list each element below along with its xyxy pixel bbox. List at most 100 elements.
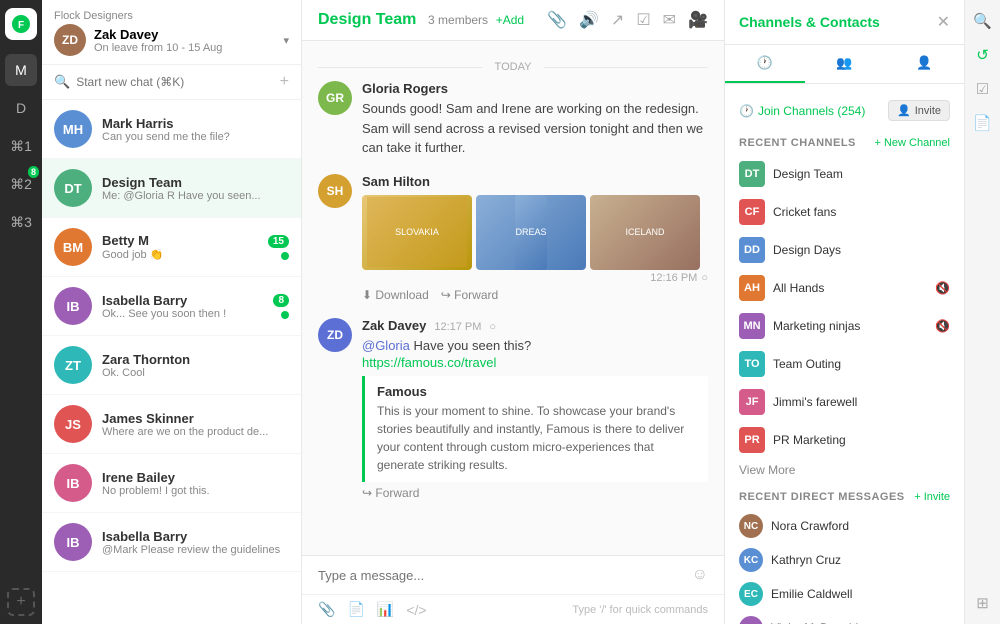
attachment-icon[interactable]: 📎: [547, 10, 567, 30]
channel-avatar: AH: [739, 275, 765, 301]
chat-messages: TODAY GR Gloria Rogers Sounds good! Sam …: [302, 41, 724, 555]
conversation-mark-harris[interactable]: MH Mark Harris Can you send me the file?: [42, 100, 301, 159]
conv-name: James Skinner: [102, 411, 289, 426]
add-workspace-button[interactable]: +: [7, 588, 35, 616]
leave-icon[interactable]: ↗: [611, 10, 624, 30]
dm-violet-mcdonald[interactable]: VM Violet McDonald: [725, 611, 964, 624]
tab-contacts[interactable]: 👥: [805, 45, 885, 83]
message-gloria: GR Gloria Rogers Sounds good! Sam and Ir…: [318, 81, 708, 158]
right-panel-header: Channels & Contacts ✕: [725, 0, 964, 45]
msg-actions: ⬇ Download ↪ Forward: [362, 288, 708, 302]
chevron-down-icon: ▾: [283, 34, 289, 47]
right-panel-tabs: 🕐 👥 👤: [725, 45, 964, 84]
new-channel-button[interactable]: + New Channel: [874, 137, 950, 149]
join-bar: 🕐 Join Channels (254) 👤 Invite: [725, 94, 964, 127]
msg-time: 12:17 PM: [434, 321, 481, 333]
add-member-button[interactable]: +Add: [496, 13, 524, 27]
channel-pr-marketing[interactable]: PR PR Marketing: [725, 421, 964, 459]
code-toolbar-icon[interactable]: </>: [406, 602, 426, 618]
mail-icon[interactable]: ✉: [663, 10, 676, 30]
emoji-button[interactable]: ☺: [692, 566, 708, 584]
conversation-irene-bailey[interactable]: IB Irene Bailey No problem! I got this.: [42, 454, 301, 513]
conv-content: Betty M Good job 👏: [102, 233, 258, 261]
nav-messages[interactable]: M: [5, 54, 37, 86]
conversation-isabella-barry-1[interactable]: IB Isabella Barry Ok... See you soon the…: [42, 277, 301, 336]
nav-item-2[interactable]: ⌘1: [5, 130, 37, 162]
dm-nora-crawford[interactable]: NC Nora Crawford: [725, 509, 964, 543]
dm-emilie-caldwell[interactable]: EC Emilie Caldwell: [725, 577, 964, 611]
search-input[interactable]: [76, 75, 273, 89]
recent-dms-title: RECENT DIRECT MESSAGES: [739, 491, 905, 503]
conv-name: Isabella Barry: [102, 293, 263, 308]
invite-button[interactable]: 👤 Invite: [888, 100, 950, 121]
channel-team-outing[interactable]: TO Team Outing: [725, 345, 964, 383]
dm-name: Emilie Caldwell: [771, 587, 852, 601]
channel-avatar: JF: [739, 389, 765, 415]
channel-design-days[interactable]: DD Design Days: [725, 231, 964, 269]
nav-item-d[interactable]: D: [5, 92, 37, 124]
right-panel-content: 🕐 Join Channels (254) 👤 Invite RECENT CH…: [725, 84, 964, 624]
doc-strip-icon[interactable]: 📄: [969, 110, 996, 136]
conv-name: Mark Harris: [102, 116, 289, 131]
msg-images: SLOVAKIA DREAS ICELAND: [362, 195, 708, 270]
app-logo[interactable]: F: [5, 8, 37, 40]
image-1[interactable]: SLOVAKIA: [362, 195, 472, 270]
msg-link[interactable]: https://famous.co/travel: [362, 355, 496, 370]
mute-icon[interactable]: 🔊: [579, 10, 599, 30]
avatar: ZT: [54, 346, 92, 384]
image-2[interactable]: DREAS: [476, 195, 586, 270]
conversation-design-team[interactable]: DT Design Team Me: @Gloria R Have you se…: [42, 159, 301, 218]
channel-name: Cricket fans: [773, 205, 950, 219]
msg-header: Zak Davey 12:17 PM ○: [362, 318, 708, 333]
channel-jimmis-farewell[interactable]: JF Jimmi's farewell: [725, 383, 964, 421]
chart-toolbar-icon[interactable]: 📊: [377, 601, 394, 618]
channel-name: Team Outing: [773, 357, 950, 371]
unread-dot: [281, 252, 289, 260]
task-icon[interactable]: ☑: [636, 10, 650, 30]
channel-all-hands[interactable]: AH All Hands 🔇: [725, 269, 964, 307]
conversation-james-skinner[interactable]: JS James Skinner Where are we on the pro…: [42, 395, 301, 454]
user-profile[interactable]: ZD Zak Davey On leave from 10 - 15 Aug ▾: [54, 24, 289, 56]
nav-item-3[interactable]: ⌘3: [5, 206, 37, 238]
msg-sender: Gloria Rogers: [362, 81, 448, 96]
conversation-betty-m[interactable]: BM Betty M Good job 👏 15: [42, 218, 301, 277]
channel-cricket-fans[interactable]: CF Cricket fans: [725, 193, 964, 231]
dm-kathryn-cruz[interactable]: KC Kathryn Cruz: [725, 543, 964, 577]
avatar: MH: [54, 110, 92, 148]
quick-cmd-hint: Type '/' for quick commands: [572, 604, 708, 616]
message-input[interactable]: [318, 568, 692, 583]
image-3[interactable]: ICELAND: [590, 195, 700, 270]
refresh-strip-icon[interactable]: ↺: [972, 42, 993, 68]
channel-design-team[interactable]: DT Design Team: [725, 155, 964, 193]
file-toolbar-icon[interactable]: 📄: [347, 601, 364, 618]
person-add-icon: 👤: [897, 104, 911, 117]
channel-name: Jimmi's farewell: [773, 395, 950, 409]
user-status: On leave from 10 - 15 Aug: [94, 42, 275, 54]
forward-button[interactable]: ↪ Forward: [362, 486, 419, 500]
tab-recent[interactable]: 🕐: [725, 45, 805, 83]
avatar: ZD: [54, 24, 86, 56]
right-panel-title: Channels & Contacts: [739, 14, 880, 30]
dm-invite-button[interactable]: + Invite: [914, 491, 950, 503]
channel-marketing-ninjas[interactable]: MN Marketing ninjas 🔇: [725, 307, 964, 345]
quote-text: This is your moment to shine. To showcas…: [377, 402, 696, 474]
search-strip-icon[interactable]: 🔍: [969, 8, 996, 34]
join-channels-link[interactable]: 🕐 Join Channels (254): [739, 104, 865, 118]
video-icon[interactable]: 🎥: [688, 10, 708, 30]
download-button[interactable]: ⬇ Download: [362, 288, 429, 302]
close-panel-button[interactable]: ✕: [937, 12, 950, 32]
new-chat-button[interactable]: +: [280, 73, 289, 91]
msg-quote: Famous This is your moment to shine. To …: [362, 376, 708, 482]
conversation-isabella-barry-2[interactable]: IB Isabella Barry @Mark Please review th…: [42, 513, 301, 572]
forward-button[interactable]: ↪ Forward: [441, 288, 498, 302]
tab-person[interactable]: 👤: [884, 45, 964, 83]
conv-name: Isabella Barry: [102, 529, 289, 544]
grid-strip-icon[interactable]: ⊞: [972, 590, 993, 616]
attachment-toolbar-icon[interactable]: 📎: [318, 601, 335, 618]
main-chat: Design Team 3 members +Add 📎 🔊 ↗ ☑ ✉ 🎥 T…: [302, 0, 724, 624]
conv-preview: Me: @Gloria R Have you seen...: [102, 190, 289, 202]
nav-item-badge[interactable]: ⌘2 8: [5, 168, 37, 200]
conversation-zara-thornton[interactable]: ZT Zara Thornton Ok. Cool: [42, 336, 301, 395]
check-strip-icon[interactable]: ☑: [972, 76, 993, 102]
view-more-channels[interactable]: View More: [725, 459, 964, 481]
